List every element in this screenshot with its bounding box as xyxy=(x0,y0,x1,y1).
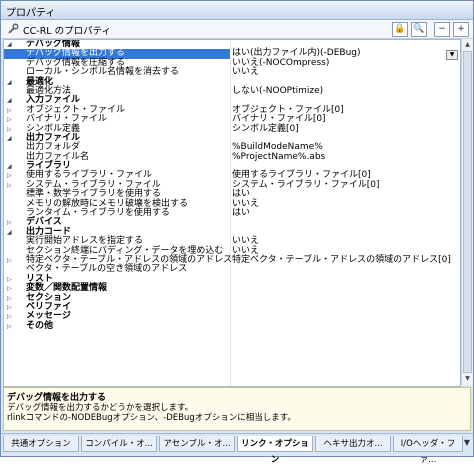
tab-option[interactable]: コンパイル・オ... xyxy=(81,436,157,452)
expand-arrow-icon[interactable]: ▷ xyxy=(7,312,15,321)
wrench-icon xyxy=(8,23,19,34)
property-row[interactable]: ベクタ・テーブルの空き領域のアドレス xyxy=(4,264,460,274)
property-row[interactable]: 出力ファイル名 %ProjectName%.abs xyxy=(4,152,460,162)
property-value[interactable]: しない(-NOOPtimize) xyxy=(232,86,323,96)
collapse-arrow-icon[interactable]: ◢ xyxy=(7,78,15,87)
property-value[interactable]: システム・ライブラリ・ファイル[0] xyxy=(232,180,379,190)
expand-arrow-icon[interactable]: ▷ xyxy=(7,284,15,293)
expand-arrow-icon[interactable]: ▷ xyxy=(7,256,15,265)
collapse-arrow-icon[interactable]: ◢ xyxy=(7,228,15,237)
expand-all-button[interactable]: + xyxy=(453,22,469,37)
description-panel: デバッグ情報を出力する デバッグ情報を出力するかどうかを選択します。 rlink… xyxy=(3,387,471,431)
tab-option[interactable]: 共通オプション xyxy=(3,436,79,452)
vertical-scrollbar[interactable]: ▲ ▼ xyxy=(461,39,473,385)
title-bar: プロパティ xyxy=(1,1,473,20)
property-value[interactable]: はい xyxy=(232,208,250,218)
expand-arrow-icon[interactable]: ▷ xyxy=(7,294,15,303)
category-row[interactable]: ▷ セクション xyxy=(4,293,460,303)
search-button[interactable]: 🔍 xyxy=(411,22,427,37)
collapse-all-button[interactable]: − xyxy=(434,22,450,37)
toolbar: CC-RL のプロパティ 🔒 🔍 − + xyxy=(1,20,473,39)
expand-arrow-icon[interactable]: ▷ xyxy=(7,181,15,190)
description-line: rlinkコマンドの-NODEBugオプション、-DEBugオプションに相当しま… xyxy=(7,413,296,423)
category-row[interactable]: ▷ 変数／関数配置情報 xyxy=(4,283,460,293)
option-tabs: ▼ 共通オプション コンパイル・オ... アセンブル・オ... リンク・オプション ヘキ… xyxy=(1,433,473,465)
property-grid: ◢ デバッグ情報 デバッグ情報を出力する はい(出力ファイル内)(-DEBug) ▼ デバ… xyxy=(3,39,461,387)
tab-option[interactable]: I/Oヘッダ・ファ... xyxy=(393,436,463,465)
tab-option[interactable]: リンク・オプション xyxy=(237,436,313,465)
expand-arrow-icon[interactable]: ▷ xyxy=(7,171,15,180)
property-value[interactable]: 特定ベクタ・テーブル・アドレスの領域のアドレス[0] xyxy=(232,255,451,265)
category-row[interactable]: ▷ ベリファイ xyxy=(4,302,460,312)
scroll-down-icon[interactable]: ▼ xyxy=(463,374,472,384)
expand-arrow-icon[interactable]: ▷ xyxy=(7,275,15,284)
expand-arrow-icon[interactable]: ▷ xyxy=(7,322,15,331)
lock-button[interactable]: 🔒 xyxy=(392,22,408,37)
category-row[interactable]: ▷ デバイス xyxy=(4,218,460,228)
expand-arrow-icon[interactable]: ▷ xyxy=(7,125,15,134)
expand-arrow-icon[interactable]: ▷ xyxy=(7,218,15,227)
expand-arrow-icon[interactable]: ▷ xyxy=(7,115,15,124)
collapse-arrow-icon[interactable]: ◢ xyxy=(7,162,15,171)
property-value[interactable]: シンボル定義[0] xyxy=(232,124,299,134)
description-line: デバッグ情報を出力するかどうかを選択します。 xyxy=(7,403,194,413)
description-title: デバッグ情報を出力する xyxy=(7,393,107,403)
tab-option[interactable]: アセンブル・オ... xyxy=(159,436,235,452)
category-row[interactable]: ▷ メッセージ xyxy=(4,311,460,321)
tab-option[interactable]: ヘキサ出力オ... xyxy=(315,436,391,452)
scroll-thumb[interactable] xyxy=(463,51,472,373)
scroll-up-icon[interactable]: ▲ xyxy=(463,40,472,50)
property-value[interactable]: %ProjectName%.abs xyxy=(232,152,325,162)
property-value[interactable]: いいえ xyxy=(232,67,259,77)
collapse-arrow-icon[interactable]: ◢ xyxy=(7,134,15,143)
expand-arrow-icon[interactable]: ▷ xyxy=(7,303,15,312)
property-row[interactable]: ランタイム・ライブラリを使用する はい xyxy=(4,208,460,218)
window-title: プロパティ xyxy=(6,8,56,19)
collapse-arrow-icon[interactable]: ◢ xyxy=(7,40,15,49)
category-row[interactable]: ▷ その他 xyxy=(4,320,460,331)
collapse-arrow-icon[interactable]: ◢ xyxy=(7,96,15,105)
expand-arrow-icon[interactable]: ▷ xyxy=(7,106,15,115)
tab-list-menu-icon[interactable]: ▼ xyxy=(464,438,470,447)
properties-target-title: CC-RL のプロパティ xyxy=(23,26,112,37)
property-row[interactable]: ローカル・シンボル名情報を消去する いいえ xyxy=(4,67,460,77)
property-label: その他 xyxy=(26,320,54,331)
properties-window: プロパティ CC-RL のプロパティ 🔒 🔍 − + ◢ デバッグ情報 デバッグ情報… xyxy=(0,0,474,465)
